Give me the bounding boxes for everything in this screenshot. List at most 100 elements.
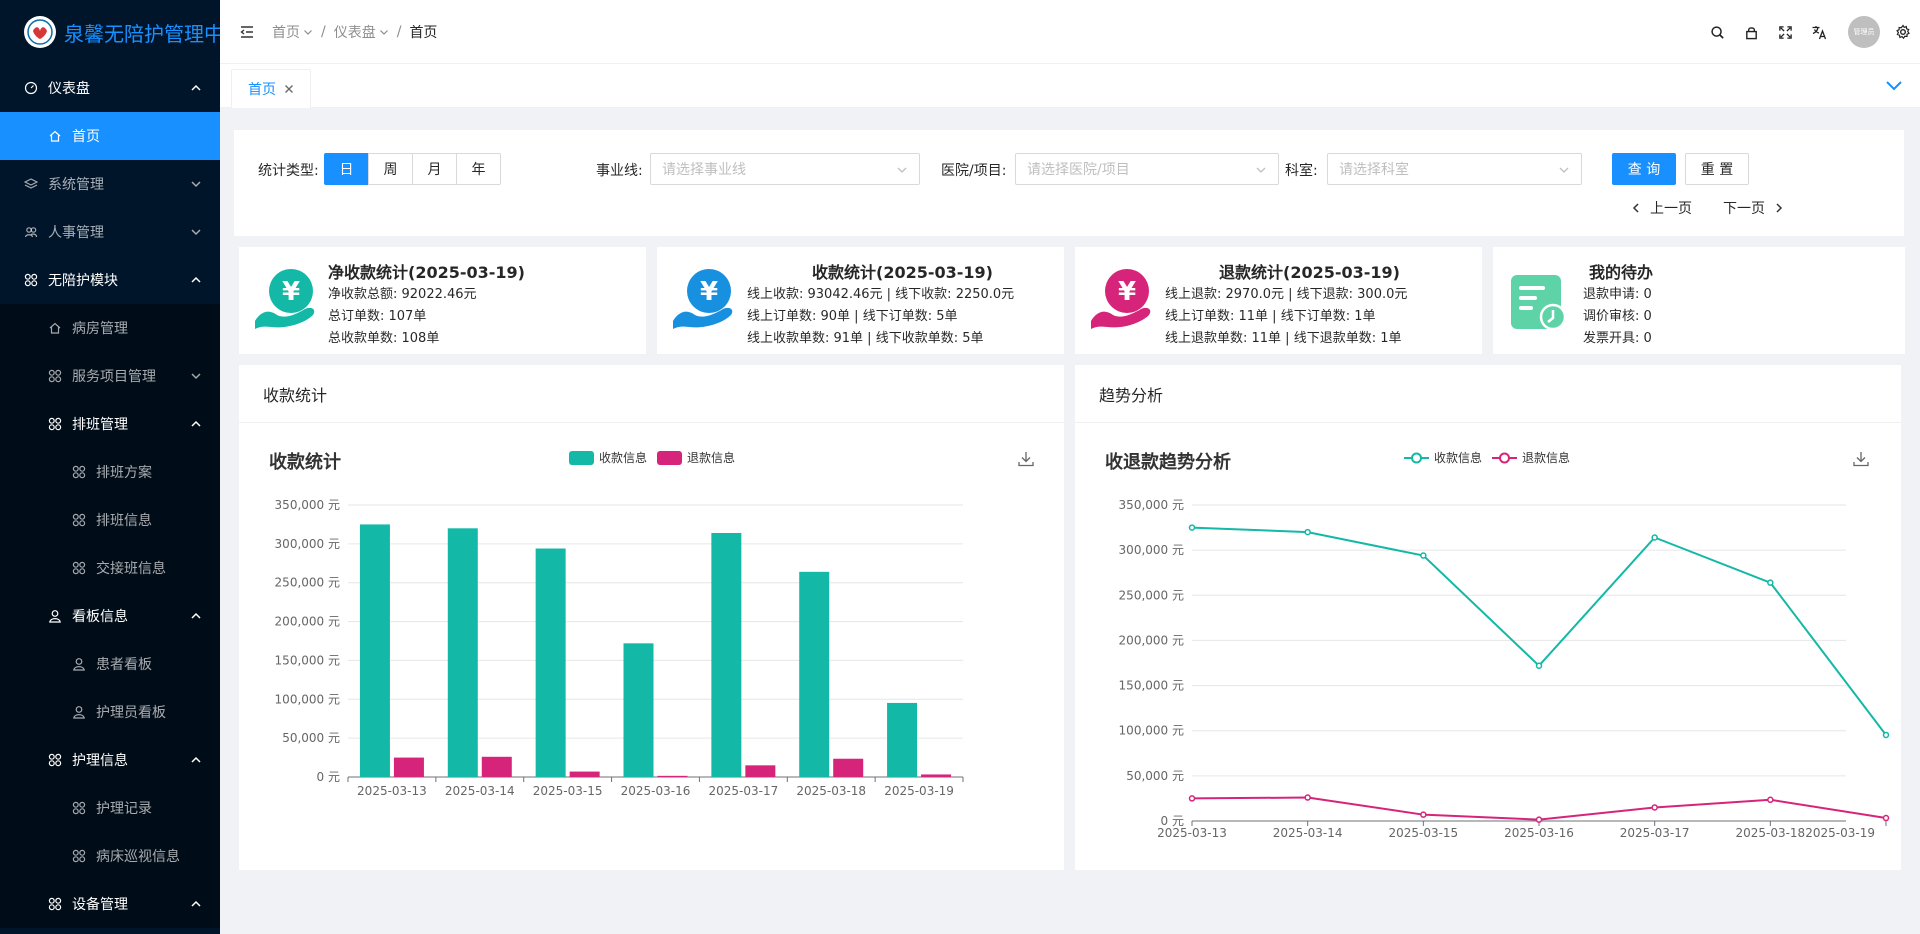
line-income	[1191, 526, 1887, 736]
sidebar-item-schedule[interactable]: 排班管理	[0, 400, 220, 448]
legend-item-refund[interactable]: 退款信息	[1492, 449, 1570, 466]
dept-select[interactable]: 请选择科室	[1327, 153, 1582, 185]
tab-home[interactable]: 首页	[231, 69, 311, 108]
avatar[interactable]: 管理员	[1848, 16, 1880, 48]
legend-item-income[interactable]: 收款信息	[1404, 449, 1482, 466]
close-icon[interactable]	[284, 84, 294, 94]
search-icon[interactable]	[1700, 0, 1734, 64]
card-title: 净收款统计(2025-03-19)	[328, 263, 525, 282]
prev-page-button[interactable]: 上一页	[1630, 198, 1692, 218]
sidebar-item-nursing-record[interactable]: 护理记录	[0, 784, 220, 832]
chevron-left-icon	[1632, 203, 1639, 213]
todo-invoice[interactable]: 发票开具: 0	[1583, 327, 1652, 346]
next-page-button[interactable]: 下一页	[1723, 198, 1785, 218]
sidebar-item-label: 系统管理	[48, 177, 104, 193]
chart-legend: 收款信息 退款信息	[569, 449, 745, 466]
sidebar-item-dashboard[interactable]: 仪表盘	[0, 64, 220, 112]
appstore-icon	[72, 513, 86, 527]
chevron-down-icon	[897, 167, 907, 173]
income-card: ¥ 收款统计(2025-03-19) 线上收款: 93042.46元 | 线下收…	[657, 247, 1064, 354]
reset-button[interactable]: 重 置	[1685, 153, 1749, 185]
appstore-icon	[48, 897, 62, 911]
download-icon[interactable]	[1017, 450, 1035, 468]
sidebar-item-home[interactable]: 首页	[0, 112, 220, 160]
stat-type-group: 日 周 月 年	[324, 153, 501, 185]
gear-icon[interactable]	[1886, 0, 1920, 64]
dashboard-icon	[24, 81, 38, 95]
x-tick-label: 2025-03-17	[708, 784, 778, 798]
top-header: 首页 / 仪表盘 / 首页 管理员	[220, 0, 1920, 64]
card-title: 收款统计(2025-03-19)	[812, 263, 993, 282]
tab-label: 首页	[248, 82, 276, 98]
sidebar-item-label: 患者看板	[96, 657, 152, 673]
y-tick-label: 150,000 元	[275, 653, 340, 667]
stat-type-month[interactable]: 月	[412, 153, 457, 185]
download-icon[interactable]	[1852, 450, 1870, 468]
business-select[interactable]: 请选择事业线	[650, 153, 920, 185]
fullscreen-icon[interactable]	[1768, 0, 1802, 64]
line-chart: 0 元50,000 元100,000 元150,000 元200,000 元25…	[1119, 498, 1890, 840]
yuan-hand-icon: ¥	[255, 269, 315, 329]
sidebar-item-bed-patrol[interactable]: 病床巡视信息	[0, 832, 220, 880]
sidebar-item-board[interactable]: 看板信息	[0, 592, 220, 640]
sidebar-item-patient-board[interactable]: 患者看板	[0, 640, 220, 688]
card-line: 线上订单数: 90单 | 线下订单数: 5单	[747, 309, 958, 324]
y-tick-label: 100,000 元	[1119, 724, 1184, 738]
net-income-card: ¥ 净收款统计(2025-03-19) 净收款总额: 92022.46元 总订单…	[239, 247, 646, 354]
todo-price-review[interactable]: 调价审核: 0	[1583, 305, 1652, 324]
hospital-select[interactable]: 请选择医院/项目	[1015, 153, 1279, 185]
yuan-hand-icon: ¥	[1091, 269, 1151, 329]
breadcrumb-separator: /	[396, 23, 402, 40]
menu-fold-icon[interactable]	[238, 23, 256, 41]
stat-type-year[interactable]: 年	[456, 153, 501, 185]
sidebar-item-ward[interactable]: 病房管理	[0, 304, 220, 352]
legend-item-refund[interactable]: 退款信息	[657, 449, 735, 466]
breadcrumb-item[interactable]: 仪表盘	[334, 22, 389, 42]
app-logo[interactable]: 泉馨无陪护管理中心	[0, 0, 220, 64]
sidebar-item-schedule-info[interactable]: 排班信息	[0, 496, 220, 544]
point-income	[1767, 579, 1774, 586]
trend-panel: 趋势分析 收退款趋势分析 收款信息 退款信息 0 元 50,000 元 100,00…	[1075, 365, 1901, 870]
point-refund	[1767, 796, 1774, 804]
sidebar-item-device[interactable]: 设备管理	[0, 880, 220, 928]
chevron-up-icon	[191, 420, 201, 427]
todo-card: 我的待办 退款申请: 0 调价审核: 0 发票开具: 0	[1493, 247, 1905, 354]
x-tick-label: 2025-03-14	[1273, 826, 1343, 840]
point-refund	[1420, 811, 1427, 818]
x-tick-label: 2025-03-18	[796, 784, 866, 798]
sidebar-item-nursing[interactable]: 护理信息	[0, 736, 220, 784]
user-icon	[72, 657, 86, 671]
sidebar-item-nurse-board[interactable]: 护理员看板	[0, 688, 220, 736]
sidebar-item-label: 护理员看板	[96, 705, 166, 721]
stat-type-day[interactable]: 日	[324, 153, 369, 185]
translate-icon[interactable]	[1802, 0, 1836, 64]
sidebar-item-service[interactable]: 服务项目管理	[0, 352, 220, 400]
panel-title: 趋势分析	[1075, 365, 1901, 423]
bar-income	[359, 524, 390, 777]
sidebar-item-handover[interactable]: 交接班信息	[0, 544, 220, 592]
query-button[interactable]: 查 询	[1612, 153, 1676, 185]
y-tick-label: 350,000 元	[1119, 498, 1184, 512]
sidebar-item-no-escort[interactable]: 无陪护模块	[0, 256, 220, 304]
chevron-down-icon	[191, 229, 201, 236]
todo-refund-apply[interactable]: 退款申请: 0	[1583, 283, 1652, 302]
point-income	[1882, 731, 1890, 739]
point-income	[1420, 552, 1427, 559]
sidebar-item-label: 排班管理	[72, 417, 128, 433]
bar-refund	[569, 771, 600, 777]
sidebar-item-system[interactable]: 系统管理	[0, 160, 220, 208]
stat-type-week[interactable]: 周	[368, 153, 413, 185]
card-line: 净收款总额: 92022.46元	[328, 287, 477, 302]
y-tick-label: 0 元	[317, 770, 340, 784]
line-refund	[1191, 796, 1887, 821]
sidebar-item-schedule-plan[interactable]: 排班方案	[0, 448, 220, 496]
legend-item-income[interactable]: 收款信息	[569, 449, 647, 466]
sidebar-item-label: 病房管理	[72, 321, 128, 337]
sidebar-item-hr[interactable]: 人事管理	[0, 208, 220, 256]
y-tick-label: 50,000 元	[282, 731, 340, 745]
lock-icon[interactable]	[1734, 0, 1768, 64]
svg-text:¥: ¥	[282, 277, 300, 307]
x-tick-label: 2025-03-19	[1805, 826, 1875, 840]
chevron-down-icon[interactable]	[1884, 76, 1904, 96]
breadcrumb-item[interactable]: 首页	[272, 22, 313, 42]
